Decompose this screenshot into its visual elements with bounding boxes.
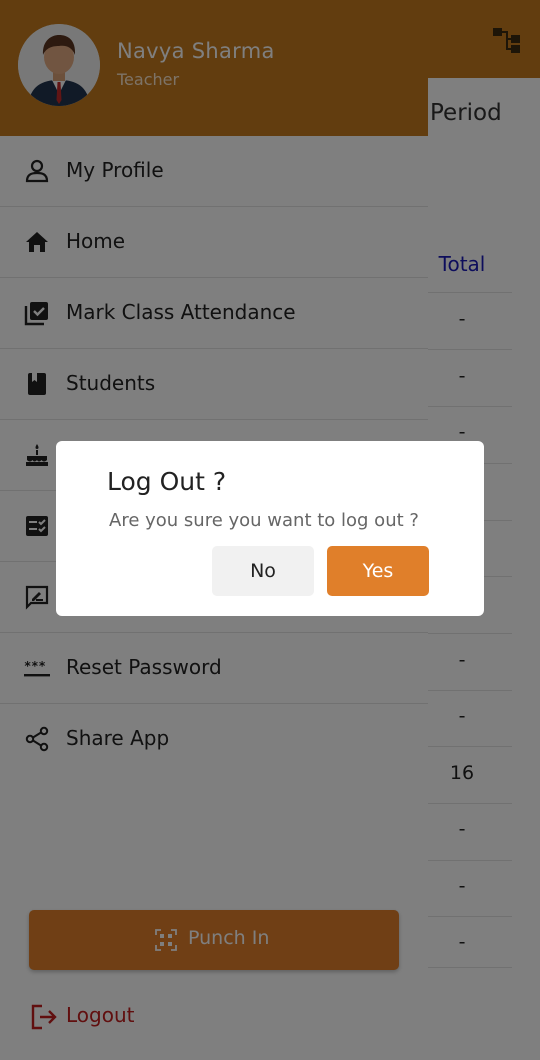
logout-dialog: Log Out ? Are you sure you want to log o… — [56, 441, 484, 616]
dialog-message: Are you sure you want to log out ? — [109, 510, 419, 531]
yes-button[interactable]: Yes — [327, 546, 429, 596]
no-button[interactable]: No — [212, 546, 314, 596]
dialog-title: Log Out ? — [107, 467, 227, 496]
